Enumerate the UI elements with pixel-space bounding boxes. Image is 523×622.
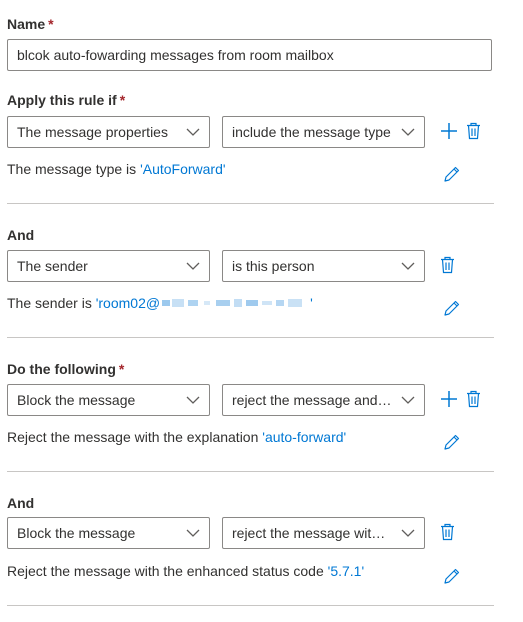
rule-name-input[interactable]: blcok auto-fowarding messages from room …: [7, 39, 492, 71]
sender-link[interactable]: 'room02@ ': [96, 295, 313, 311]
and-condition-property-select[interactable]: The sender: [7, 250, 210, 282]
action-description: Reject the message with the explanation …: [7, 429, 346, 445]
action-detail-select[interactable]: reject the message and i...: [222, 384, 425, 416]
and-label-text: And: [7, 227, 35, 243]
name-label: Name *: [7, 16, 54, 32]
delete-icon[interactable]: [466, 122, 481, 140]
required-mark: *: [48, 16, 54, 32]
edit-icon[interactable]: [443, 567, 461, 585]
and-condition-operator-select[interactable]: is this person: [222, 250, 425, 282]
action-label: Do the following *: [7, 361, 124, 377]
desc-prefix: The message type is: [7, 161, 141, 177]
edit-icon[interactable]: [443, 299, 461, 317]
name-label-text: Name: [7, 16, 46, 32]
desc-prefix: Reject the message with the explanation: [7, 429, 263, 445]
section-divider: [7, 337, 494, 338]
and-action-type-select[interactable]: Block the message: [7, 517, 210, 549]
and-label-text: And: [7, 495, 35, 511]
delete-icon[interactable]: [440, 256, 455, 274]
required-mark: *: [119, 92, 126, 108]
condition-label-text: Apply this rule if: [7, 92, 117, 108]
section-divider: [7, 471, 494, 472]
chevron-down-icon: [401, 396, 415, 404]
and-action-detail-select[interactable]: reject the message with t...: [222, 517, 425, 549]
condition-property-select[interactable]: The message properties: [7, 116, 210, 148]
add-icon[interactable]: [440, 390, 458, 408]
rule-name-value: blcok auto-fowarding messages from room …: [17, 47, 334, 63]
chevron-down-icon: [186, 396, 200, 404]
select-value: reject the message and i...: [232, 392, 392, 408]
select-value: reject the message with t...: [232, 525, 392, 541]
sender-value-start: 'room02@: [95, 295, 161, 311]
explanation-link[interactable]: 'auto-forward': [262, 429, 346, 445]
delete-icon[interactable]: [466, 390, 481, 408]
edit-icon[interactable]: [443, 433, 461, 451]
chevron-down-icon: [186, 262, 200, 270]
section-divider: [7, 605, 494, 606]
chevron-down-icon: [401, 529, 415, 537]
required-mark: *: [118, 361, 125, 377]
select-value: The message properties: [17, 124, 168, 140]
select-value: The sender: [17, 258, 88, 274]
sender-value-end: ': [310, 295, 313, 311]
select-value: is this person: [232, 258, 315, 274]
chevron-down-icon: [401, 262, 415, 270]
desc-prefix: The sender is: [7, 295, 96, 311]
chevron-down-icon: [401, 128, 415, 136]
delete-icon[interactable]: [440, 523, 455, 541]
and-action-label: And: [7, 495, 34, 511]
edit-icon[interactable]: [443, 165, 461, 183]
condition-label: Apply this rule if *: [7, 92, 125, 108]
chevron-down-icon: [186, 529, 200, 537]
condition-description: The message type is 'AutoForward': [7, 161, 226, 177]
action-label-text: Do the following: [7, 361, 116, 377]
select-value: Block the message: [17, 392, 136, 408]
add-icon[interactable]: [440, 122, 458, 140]
chevron-down-icon: [186, 128, 200, 136]
desc-prefix: Reject the message with the enhanced sta…: [7, 563, 328, 579]
condition-operator-select[interactable]: include the message type: [222, 116, 425, 148]
and-condition-description: The sender is 'room02@ ': [7, 295, 313, 312]
status-code-link[interactable]: '5.7.1': [328, 563, 364, 579]
section-divider: [7, 203, 494, 204]
select-value: include the message type: [232, 124, 391, 140]
select-value: Block the message: [17, 525, 136, 541]
action-type-select[interactable]: Block the message: [7, 384, 210, 416]
and-action-description: Reject the message with the enhanced sta…: [7, 563, 364, 579]
message-type-link[interactable]: 'AutoForward': [140, 161, 226, 177]
and-condition-label: And: [7, 227, 34, 243]
redacted-region: [160, 296, 310, 312]
